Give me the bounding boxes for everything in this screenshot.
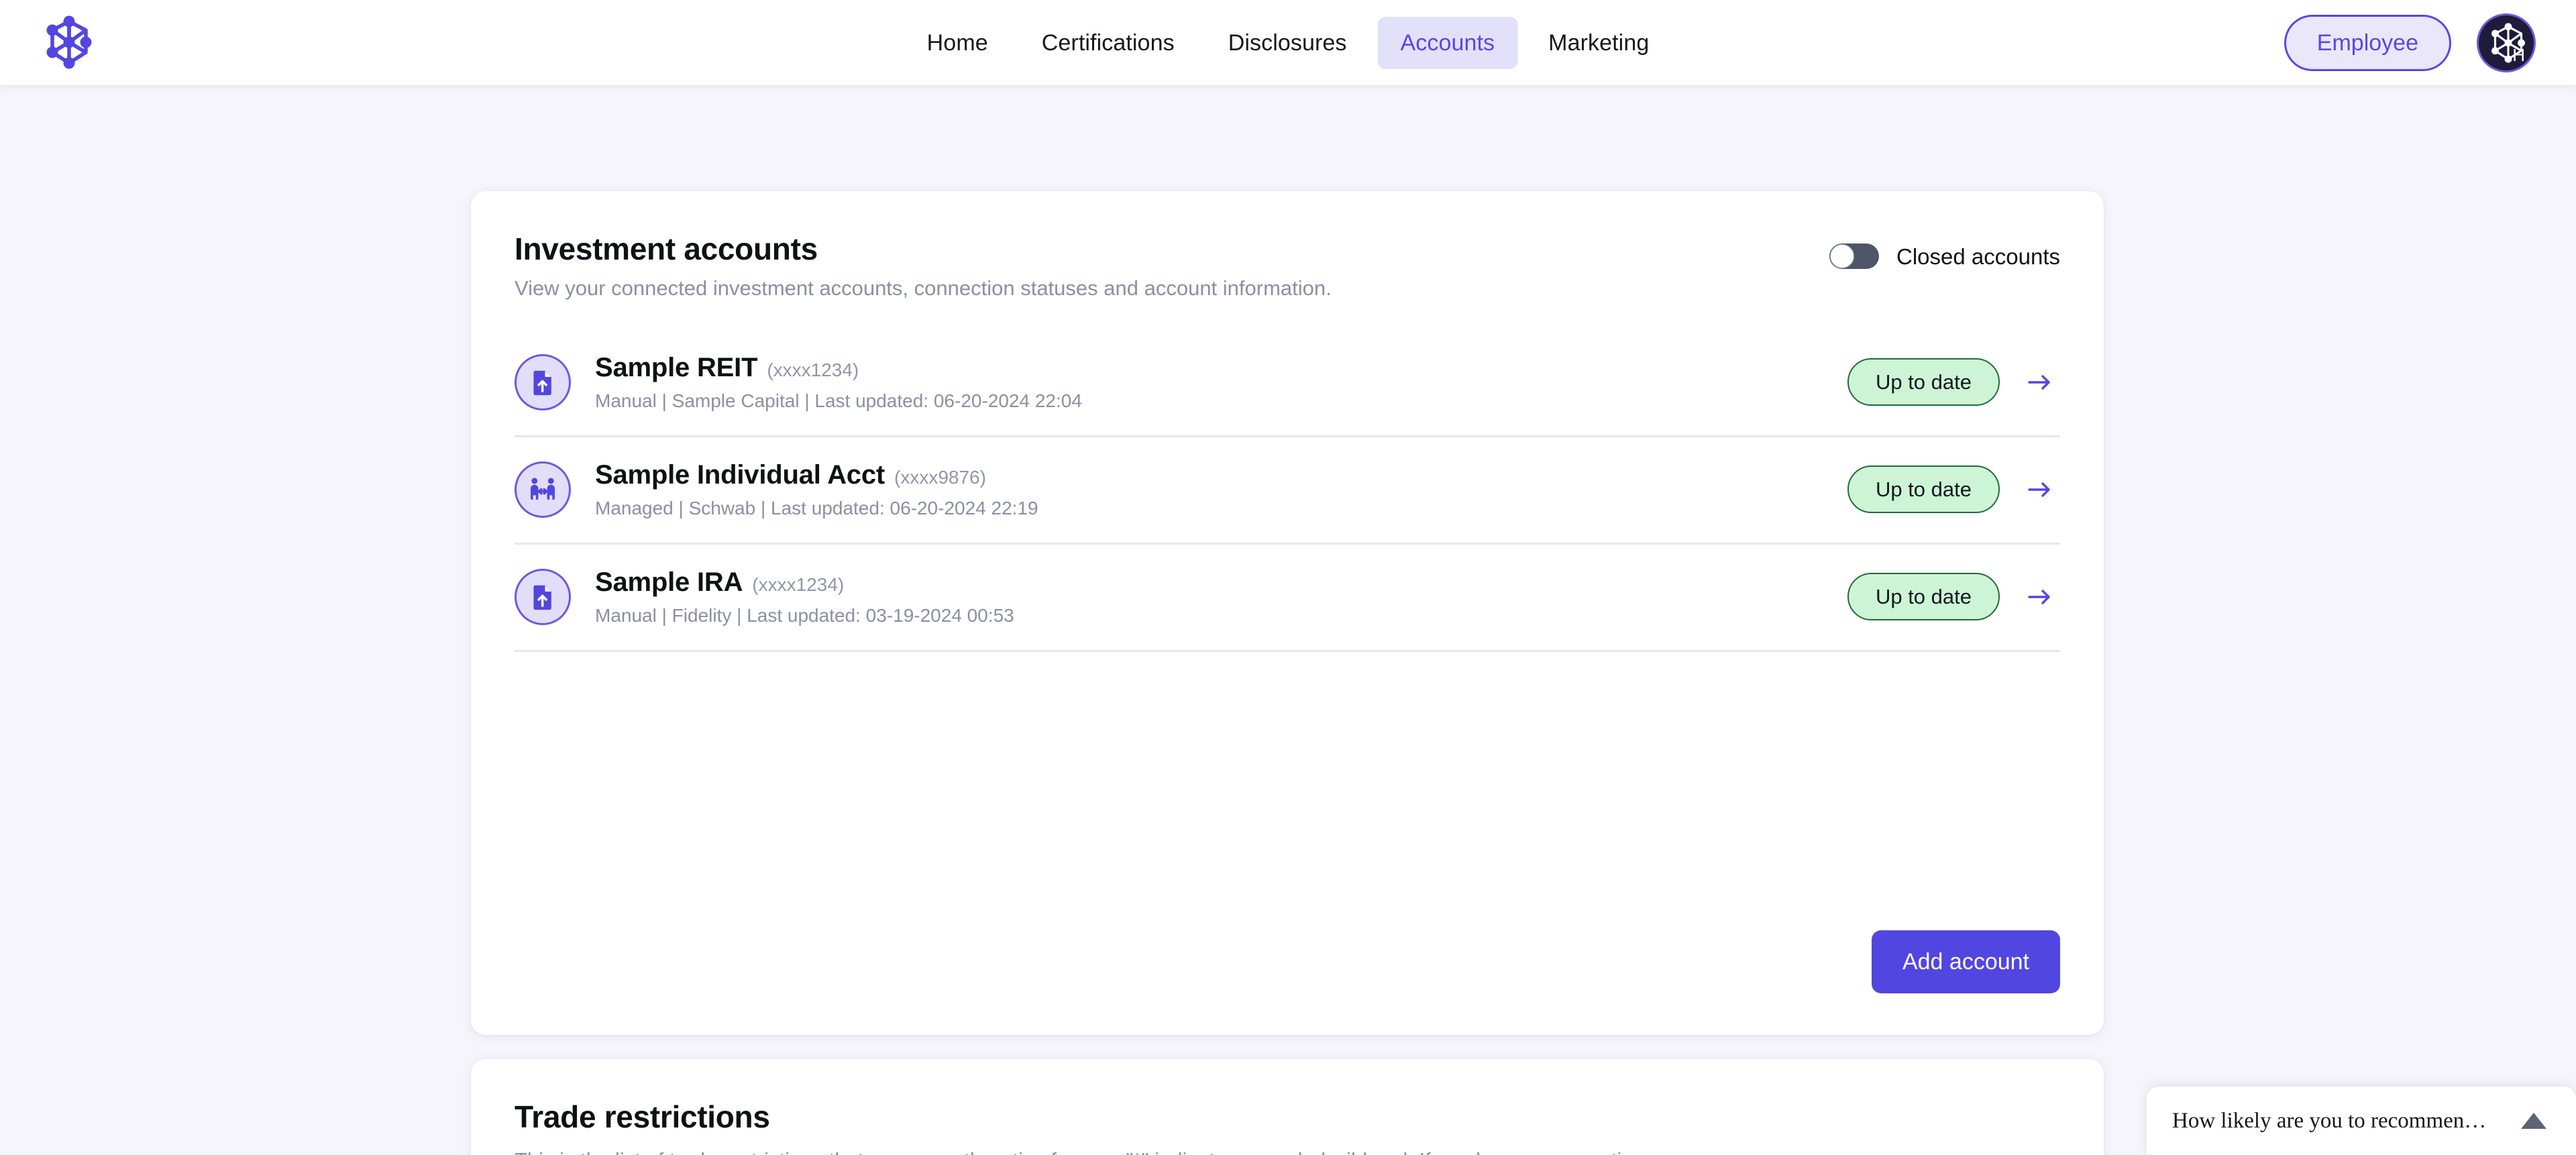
- document-upload-icon: [515, 568, 571, 625]
- nav-item-marketing[interactable]: Marketing: [1525, 17, 1672, 69]
- status-badge[interactable]: Up to date: [1847, 358, 2000, 406]
- closed-accounts-label: Closed accounts: [1896, 243, 2060, 269]
- status-badge[interactable]: Up to date: [1847, 465, 2000, 514]
- account-mask: (xxxx1234): [767, 359, 859, 380]
- restrictions-text-before-link: This is the list of trade restrictions t…: [515, 1148, 1661, 1155]
- closed-accounts-toggle[interactable]: [1829, 243, 1880, 269]
- table-row[interactable]: Sample IRA (xxxx1234) Manual | Fidelity …: [515, 545, 2060, 653]
- avatar-initial: H: [2512, 44, 2525, 65]
- closed-accounts-toggle-group: Closed accounts: [1829, 243, 2060, 269]
- trade-restrictions-card: Trade restrictions This is the list of t…: [471, 1059, 2104, 1155]
- nav-item-disclosures[interactable]: Disclosures: [1205, 17, 1370, 69]
- card-footer: Add account: [1871, 930, 2060, 993]
- card-header: Investment accounts View your connected …: [515, 231, 2060, 302]
- account-info: Sample REIT (xxxx1234) Manual | Sample C…: [595, 353, 1847, 412]
- table-row[interactable]: Sample REIT (xxxx1234) Manual | Sample C…: [515, 330, 2060, 438]
- row-actions: Up to date: [1847, 573, 2060, 621]
- page-subtitle: View your connected investment accounts,…: [515, 276, 1332, 300]
- account-mask: (xxxx9876): [894, 466, 986, 488]
- add-account-button[interactable]: Add account: [1871, 930, 2060, 993]
- account-meta: Manual | Sample Capital | Last updated: …: [595, 390, 1082, 411]
- account-mask: (xxxx1234): [752, 573, 845, 595]
- accounts-list: Sample REIT (xxxx1234) Manual | Sample C…: [515, 330, 2060, 653]
- account-meta: Manual | Fidelity | Last updated: 03-19-…: [595, 604, 1014, 626]
- nav-item-accounts[interactable]: Accounts: [1377, 16, 1518, 69]
- arrow-right-icon[interactable]: [2025, 475, 2055, 504]
- page-body: Investment accounts View your connected …: [0, 85, 2576, 1155]
- toggle-knob: [1830, 244, 1855, 268]
- row-actions: Up to date: [1847, 465, 2060, 514]
- nav-item-home[interactable]: Home: [904, 17, 1011, 69]
- user-avatar[interactable]: H: [2477, 13, 2536, 72]
- arrow-right-icon[interactable]: [2025, 368, 2055, 397]
- app-header: Home Certifications Disclosures Accounts…: [0, 0, 2576, 85]
- managed-handshake-icon: [515, 461, 571, 518]
- nav-item-certifications[interactable]: Certifications: [1019, 17, 1197, 69]
- survey-widget[interactable]: How likely are you to recommen…: [2147, 1087, 2576, 1155]
- document-upload-icon: [515, 353, 571, 410]
- main-navigation: Home Certifications Disclosures Accounts…: [904, 16, 1672, 69]
- account-name: Sample IRA: [595, 567, 743, 597]
- account-name: Sample Individual Acct: [595, 459, 885, 490]
- row-actions: Up to date: [1847, 358, 2060, 406]
- caret-up-icon[interactable]: [2521, 1113, 2546, 1129]
- investment-accounts-card: Investment accounts View your connected …: [471, 191, 2104, 1035]
- arrow-right-icon[interactable]: [2025, 582, 2055, 612]
- role-badge-employee[interactable]: Employee: [2284, 14, 2451, 71]
- card-header-text: Investment accounts View your connected …: [515, 231, 1332, 302]
- trade-restrictions-description: This is the list of trade restrictions t…: [515, 1145, 1695, 1155]
- account-meta: Managed | Schwab | Last updated: 06-20-2…: [595, 497, 1038, 518]
- account-info: Sample IRA (xxxx1234) Manual | Fidelity …: [595, 567, 1847, 626]
- account-name: Sample REIT: [595, 352, 758, 382]
- survey-question: How likely are you to recommen…: [2172, 1109, 2487, 1132]
- table-row[interactable]: Sample Individual Acct (xxxx9876) Manage…: [515, 437, 2060, 545]
- account-info: Sample Individual Acct (xxxx9876) Manage…: [595, 460, 1847, 519]
- brand-logo-icon[interactable]: [42, 15, 97, 70]
- trade-restrictions-title: Trade restrictions: [515, 1099, 770, 1134]
- status-badge[interactable]: Up to date: [1847, 573, 2000, 621]
- header-right-group: Employee H: [2284, 13, 2536, 72]
- page-title: Investment accounts: [515, 231, 818, 266]
